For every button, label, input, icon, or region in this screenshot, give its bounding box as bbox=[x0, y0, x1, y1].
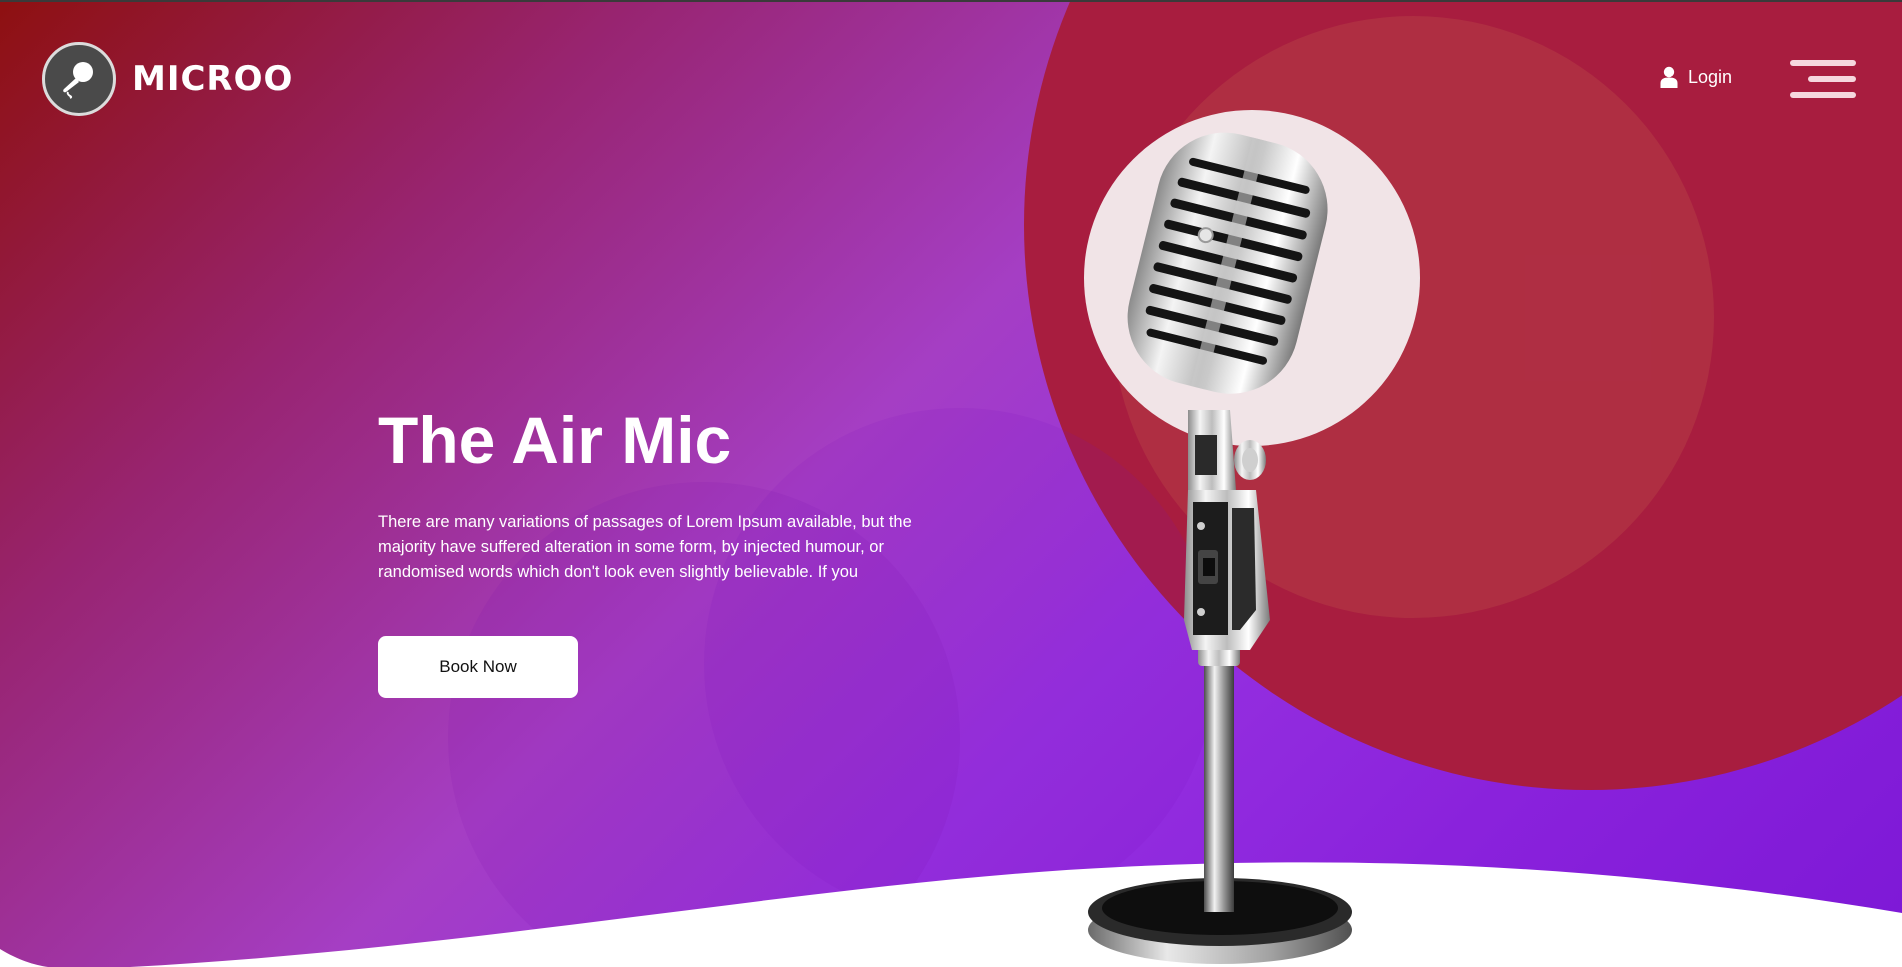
login-link[interactable]: Login bbox=[1660, 66, 1732, 88]
vintage-microphone-image bbox=[1088, 132, 1352, 964]
bottom-wave bbox=[0, 862, 1902, 967]
hero-title: The Air Mic bbox=[378, 403, 732, 477]
hamburger-menu-icon[interactable] bbox=[1790, 60, 1856, 98]
book-now-button[interactable]: Book Now bbox=[378, 636, 578, 698]
microphone-logo-icon bbox=[42, 42, 116, 116]
brand-logo[interactable]: MICROO bbox=[42, 42, 293, 116]
login-label: Login bbox=[1688, 66, 1733, 87]
hero-description: There are many variations of passages of… bbox=[378, 513, 912, 581]
user-icon bbox=[1660, 66, 1678, 88]
top-border bbox=[0, 0, 1902, 2]
brand-name: MICROO bbox=[132, 59, 294, 99]
hero-section bbox=[0, 0, 1902, 967]
